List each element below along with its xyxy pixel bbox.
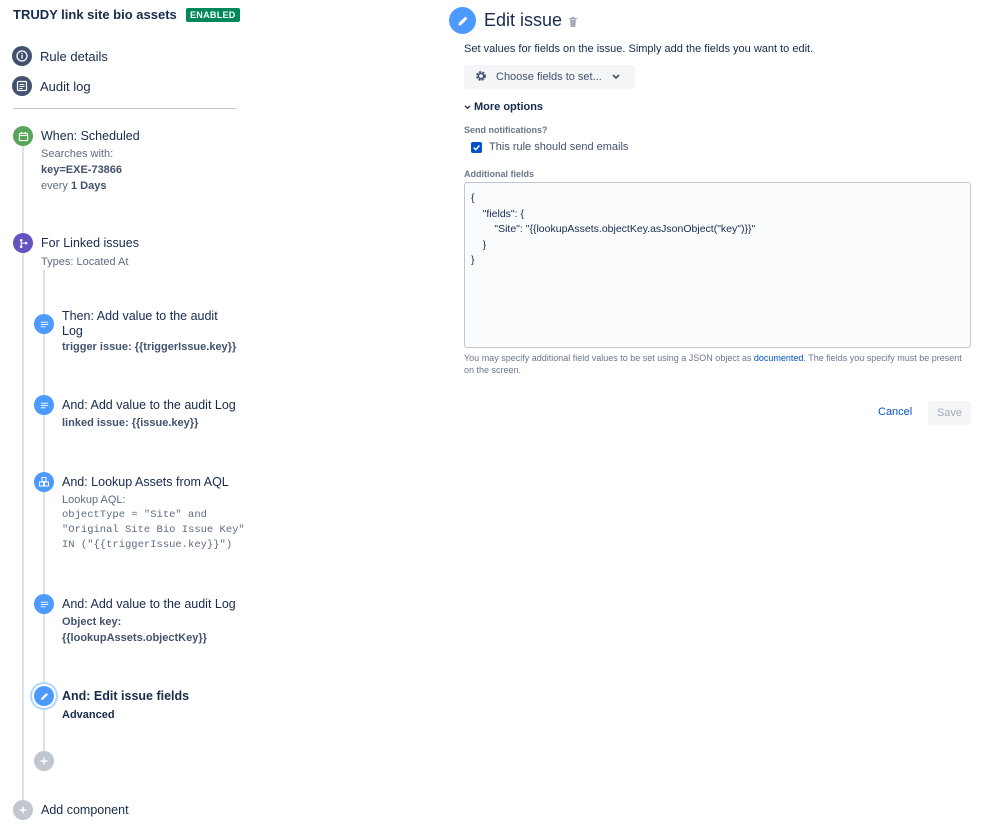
additional-fields-label: Additional fields	[464, 169, 535, 179]
action-title[interactable]: And: Add value to the audit Log	[62, 398, 236, 413]
sidebar-divider	[13, 108, 236, 109]
audit-log-icon	[12, 76, 32, 96]
nav-rule-details[interactable]: Rule details	[12, 45, 108, 67]
pencil-icon[interactable]	[34, 686, 54, 706]
send-emails-row: This rule should send emails	[471, 141, 628, 153]
status-badge: ENABLED	[186, 8, 240, 22]
choose-fields-button[interactable]: Choose fields to set...	[464, 65, 635, 89]
choose-fields-label: Choose fields to set...	[496, 71, 602, 83]
add-component-link[interactable]: Add component	[41, 803, 129, 818]
save-button[interactable]: Save	[928, 401, 971, 425]
aql-line: IN ("{{triggerIssue.key}}")	[62, 539, 233, 551]
add-branch-action-icon[interactable]	[34, 751, 54, 771]
aql-line: "Original Site Bio Issue Key"	[62, 524, 245, 536]
calendar-icon[interactable]	[13, 126, 33, 146]
trash-icon[interactable]	[568, 15, 578, 33]
action-detail: linked issue: {{issue.key}}	[62, 417, 199, 429]
every-prefix: every	[41, 180, 68, 192]
pencil-icon	[449, 7, 476, 34]
gear-icon	[474, 69, 488, 86]
branch-types: Types: Located At	[41, 256, 129, 268]
additional-fields-textarea[interactable]: { "fields": { "Site": "{{lookupAssets.ob…	[464, 182, 971, 348]
trigger-searches-label: Searches with:	[41, 148, 114, 160]
panel-description: Set values for fields on the issue. Simp…	[464, 43, 814, 55]
branch-icon[interactable]	[13, 233, 33, 253]
nav-audit-log[interactable]: Audit log	[12, 75, 91, 97]
cancel-button[interactable]: Cancel	[878, 406, 912, 418]
action-title[interactable]: Then: Add value to the audit	[62, 309, 218, 324]
documented-link[interactable]: documented	[754, 353, 804, 363]
action-title-cont[interactable]: Log	[62, 324, 83, 339]
action-detail: Advanced	[62, 709, 115, 721]
chevron-down-icon	[464, 101, 471, 113]
action-detail: Object key:	[62, 616, 122, 628]
trigger-title[interactable]: When: Scheduled	[41, 129, 140, 144]
aql-label: Lookup AQL:	[62, 494, 126, 506]
more-options-label: More options	[474, 101, 544, 113]
rule-title: TRUDY link site bio assets	[13, 7, 177, 22]
log-icon[interactable]	[34, 314, 54, 334]
log-icon[interactable]	[34, 594, 54, 614]
action-title-selected[interactable]: And: Edit issue fields	[62, 689, 189, 704]
action-title[interactable]: And: Lookup Assets from AQL	[62, 475, 229, 490]
nav-label: Rule details	[40, 48, 108, 64]
action-detail: trigger issue: {{triggerIssue.key}}	[62, 341, 237, 353]
edit-issue-panel: Edit issue Set values for fields on the …	[448, 0, 978, 828]
more-options-toggle[interactable]: More options	[464, 101, 543, 113]
action-title[interactable]: And: Add value to the audit Log	[62, 597, 236, 612]
send-emails-label: This rule should send emails	[489, 141, 629, 153]
send-notifications-label: Send notifications?	[464, 125, 548, 135]
add-component-icon[interactable]	[13, 800, 33, 820]
assets-icon[interactable]	[34, 472, 54, 492]
every-value: 1 Days	[70, 180, 107, 192]
trigger-frequency: every 1 Days	[41, 178, 106, 194]
aql-line: objectType = "Site" and	[62, 509, 207, 521]
log-icon[interactable]	[34, 395, 54, 415]
send-emails-checkbox[interactable]	[471, 141, 482, 153]
trigger-jql: key=EXE-73866	[41, 164, 123, 176]
nav-label: Audit log	[40, 78, 91, 94]
info-icon	[12, 46, 32, 66]
chevron-down-icon	[612, 71, 620, 83]
action-detail-cont: {{lookupAssets.objectKey}}	[62, 632, 207, 644]
additional-fields-help: You may specify additional field values …	[464, 352, 974, 376]
help-prefix: You may specify additional field values …	[464, 353, 754, 363]
rule-sidebar: TRUDY link site bio assets ENABLED Rule …	[0, 0, 250, 828]
branch-title[interactable]: For Linked issues	[41, 236, 139, 251]
panel-title: Edit issue	[484, 10, 563, 30]
